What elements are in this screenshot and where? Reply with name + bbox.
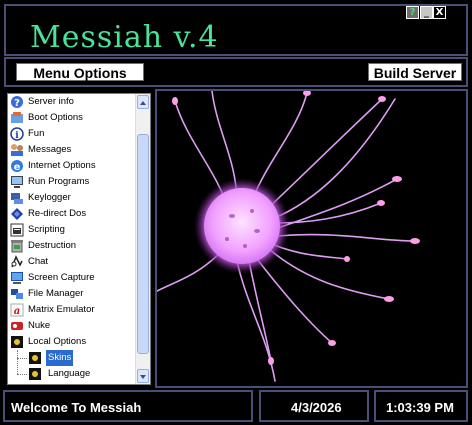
chevron-up-icon xyxy=(140,101,146,105)
svg-text:?: ? xyxy=(14,98,20,109)
menu-tree[interactable]: ? Server info Boot Options i Fun Message… xyxy=(7,93,151,385)
tree-connector xyxy=(17,350,18,374)
status-message: Welcome To Messiah xyxy=(11,400,142,415)
minimize-button[interactable]: _ xyxy=(420,6,433,19)
chevron-down-icon xyxy=(140,375,146,379)
title-bar: Messiah v.4 xyxy=(4,4,468,56)
nuke-icon xyxy=(11,322,23,330)
svg-text:e: e xyxy=(14,162,21,173)
tree-connector xyxy=(17,358,27,359)
tree-connector xyxy=(17,374,27,375)
close-button[interactable]: X xyxy=(433,6,446,19)
language-icon xyxy=(29,368,41,380)
destruction-icon xyxy=(11,240,23,253)
skins-icon xyxy=(29,352,41,364)
svg-text:i: i xyxy=(15,131,19,141)
redirect-icon xyxy=(11,208,23,220)
messages-icon xyxy=(11,144,23,156)
tree-scrollbar[interactable] xyxy=(135,94,150,384)
ie-icon: e xyxy=(11,160,23,173)
scroll-thumb[interactable] xyxy=(137,134,149,354)
menu-options-button[interactable]: Menu Options xyxy=(16,63,144,81)
app-title: Messiah v.4 xyxy=(30,20,219,55)
matrix-icon: a xyxy=(10,303,24,317)
status-time: 1:03:39 PM xyxy=(386,400,454,415)
file-manager-icon xyxy=(11,289,23,299)
scripting-icon xyxy=(10,223,24,237)
help-button[interactable]: ? xyxy=(406,6,419,19)
status-date-panel: 4/3/2026 xyxy=(259,390,369,422)
keylogger-icon xyxy=(11,193,23,204)
screen-capture-icon xyxy=(11,272,23,284)
svg-text:a: a xyxy=(14,306,20,317)
run-icon xyxy=(11,176,23,188)
boot-icon xyxy=(11,112,23,123)
info-icon: i xyxy=(10,127,24,141)
plasma-ball-graphic xyxy=(157,91,420,382)
scroll-down-button[interactable] xyxy=(137,369,149,383)
status-time-panel: 1:03:39 PM xyxy=(374,390,468,422)
chat-icon xyxy=(11,255,23,268)
plasma-ball-image xyxy=(155,89,468,388)
local-options-icon xyxy=(11,336,23,348)
status-date: 4/3/2026 xyxy=(291,400,342,415)
build-server-button[interactable]: Build Server xyxy=(368,63,462,81)
question-icon: ? xyxy=(11,96,23,109)
status-message-panel: Welcome To Messiah xyxy=(3,390,253,422)
scroll-up-button[interactable] xyxy=(137,95,149,109)
